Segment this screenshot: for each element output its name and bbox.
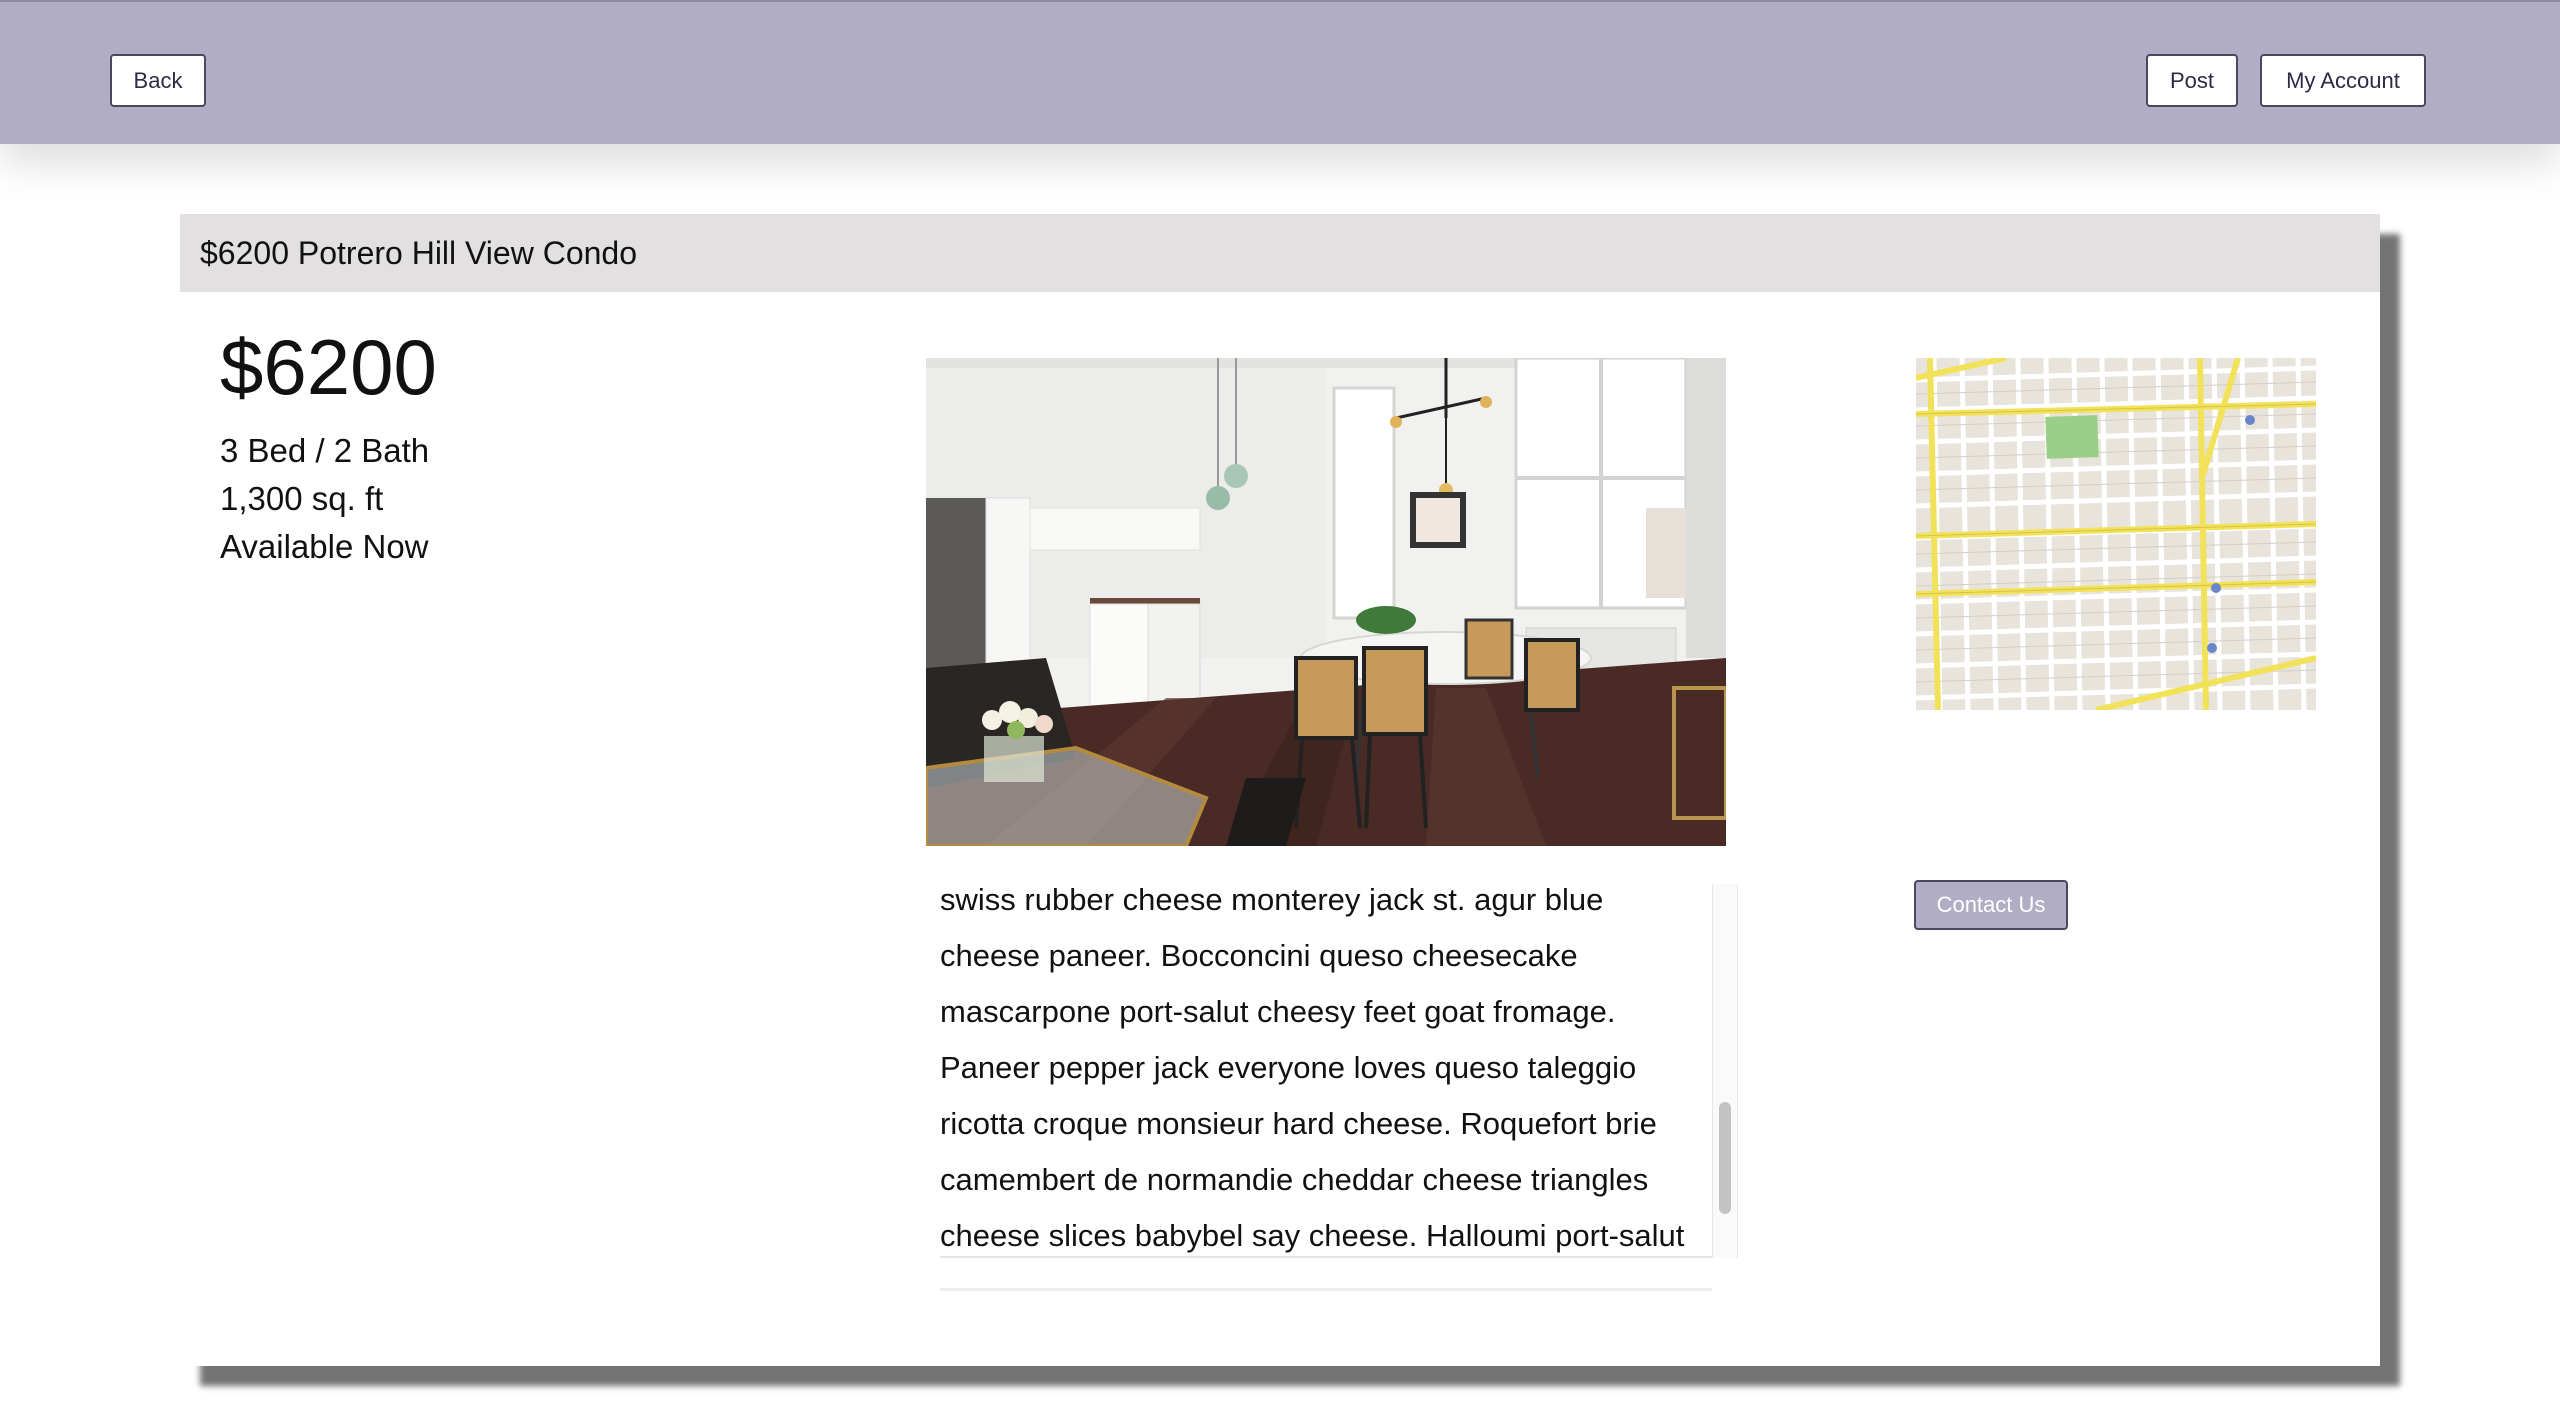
availability: Available Now [220,528,429,565]
square-footage: 1,300 sq. ft [220,480,384,517]
post-button[interactable]: Post [2146,54,2238,107]
description-scrollbar[interactable] [1712,884,1738,1258]
my-account-button[interactable]: My Account [2260,54,2426,107]
back-button[interactable]: Back [110,54,206,107]
description-divider [940,1288,1712,1291]
listing-card: $6200 Potrero Hill View Condo $6200 3 Be… [180,214,2380,1366]
description-scroll-area[interactable]: swiss rubber cheese monterey jack st. ag… [940,884,1720,1256]
listing-price: $6200 [220,323,437,411]
description-frame-edge [940,1256,1712,1258]
scrollbar-thumb[interactable] [1719,1102,1731,1214]
listing-title: $6200 Potrero Hill View Condo [180,214,2380,292]
listing-photo[interactable] [926,358,1726,846]
beds-baths: 3 Bed / 2 Bath [220,432,430,469]
listing-description: swiss rubber cheese monterey jack st. ag… [940,884,1685,1253]
map-thumbnail[interactable] [1916,358,2316,710]
top-nav-bar: Back Post My Account [0,0,2560,144]
contact-us-button[interactable]: Contact Us [1914,880,2068,930]
